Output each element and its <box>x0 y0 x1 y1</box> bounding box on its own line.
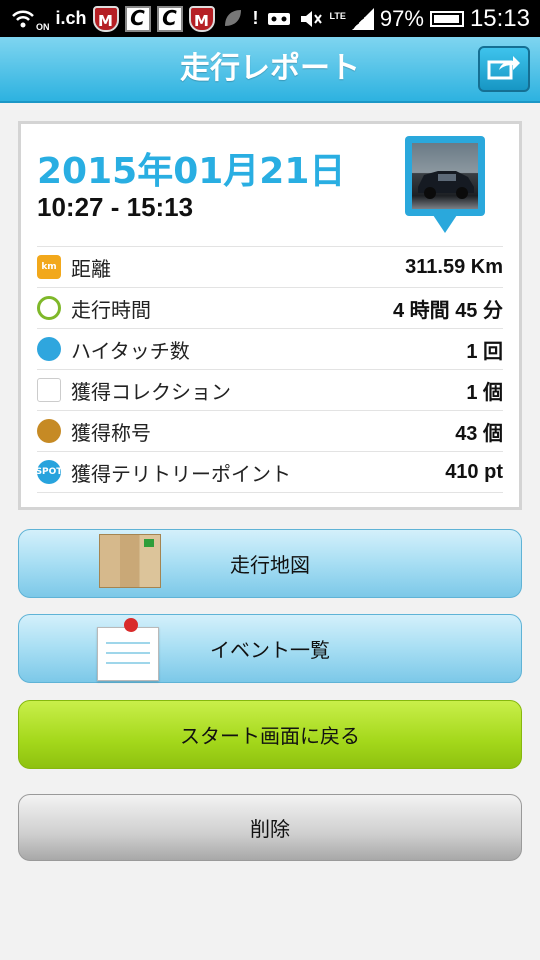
map-icon <box>99 534 161 588</box>
thumbnail-pointer <box>433 215 457 233</box>
status-on-label: ON <box>36 21 50 32</box>
mcafee-icon: M <box>188 5 215 32</box>
stat-row: 獲得称号 43 個 <box>37 410 503 451</box>
events-button[interactable]: イベント一覧 <box>18 614 522 683</box>
stat-label: 獲得テリトリーポイント <box>71 461 291 486</box>
clock-icon <box>37 296 61 320</box>
share-icon <box>487 54 521 84</box>
stat-label: 獲得コレクション <box>71 379 231 404</box>
thumbnail-frame <box>405 136 485 216</box>
stat-value: 1 回 <box>466 340 503 363</box>
map-button-label: 走行地図 <box>230 553 310 577</box>
event-list-icon <box>97 618 159 681</box>
leaf-icon <box>221 6 247 32</box>
back-to-start-label: スタート画面に戻る <box>180 724 360 748</box>
alert-icon: ! <box>252 8 259 28</box>
car-icon <box>37 378 61 402</box>
report-card: 2015年01月21日 10:27 - 15:13 km 距離 311.59 Km 走… <box>18 121 522 510</box>
battery-percent: 97% <box>379 5 424 31</box>
status-bar: ON i.ch M C C M ! LTE 97% 15:13 <box>0 0 540 37</box>
report-date: 2015年01月21日 <box>37 151 346 192</box>
km-icon: km <box>37 255 61 279</box>
stats-list: km 距離 311.59 Km 走行時間 4 時間 45 分ハイタッチ数 1 回獲得コレク… <box>36 246 503 493</box>
stat-value: 1 個 <box>466 381 503 404</box>
stat-value: 311.59 Km <box>405 255 503 278</box>
delete-button[interactable]: 削除 <box>18 794 522 861</box>
hand-icon <box>37 337 61 361</box>
signal-icon <box>351 7 374 30</box>
voicemail-icon <box>266 6 292 32</box>
network-type: LTE <box>329 10 346 21</box>
mute-icon <box>298 6 324 32</box>
events-button-label: イベント一覧 <box>210 638 330 662</box>
stat-label: ハイタッチ数 <box>71 338 190 363</box>
map-button[interactable]: 走行地図 <box>18 529 522 598</box>
stat-row: km 距離 311.59 Km <box>37 246 503 287</box>
stat-row: 獲得コレクション 1 個 <box>37 369 503 410</box>
stat-value: 410 pt <box>445 460 503 483</box>
stat-row: 走行時間 4 時間 45 分 <box>37 287 503 328</box>
c-icon: C <box>124 5 151 32</box>
stat-row: SPOT 獲得テリトリーポイント 410 pt <box>36 451 503 493</box>
battery-icon <box>429 10 464 27</box>
car-photo-thumbnail[interactable] <box>405 136 485 240</box>
share-button[interactable] <box>478 46 530 92</box>
car-photo <box>412 143 478 209</box>
stat-label: 走行時間 <box>71 297 151 322</box>
c-icon: C <box>156 5 183 32</box>
delete-button-label: 削除 <box>250 817 290 841</box>
page-title: 走行レポート <box>180 51 360 86</box>
stat-value: 43 個 <box>455 422 503 445</box>
stat-value: 4 時間 45 分 <box>392 299 503 322</box>
stat-label: 距離 <box>71 256 111 281</box>
report-time-range: 10:27 - 15:13 <box>37 192 194 222</box>
back-to-start-button[interactable]: スタート画面に戻る <box>18 700 522 769</box>
mcafee-icon: M <box>92 5 119 32</box>
app-header: 走行レポート <box>0 37 540 103</box>
wifi-icon <box>10 6 36 32</box>
stat-label: 獲得称号 <box>71 420 151 445</box>
spot-icon: SPOT <box>36 460 62 484</box>
medal-icon <box>37 419 61 443</box>
status-brand: i.ch <box>55 8 87 28</box>
stat-row: ハイタッチ数 1 回 <box>37 328 503 369</box>
status-time: 15:13 <box>469 4 530 32</box>
